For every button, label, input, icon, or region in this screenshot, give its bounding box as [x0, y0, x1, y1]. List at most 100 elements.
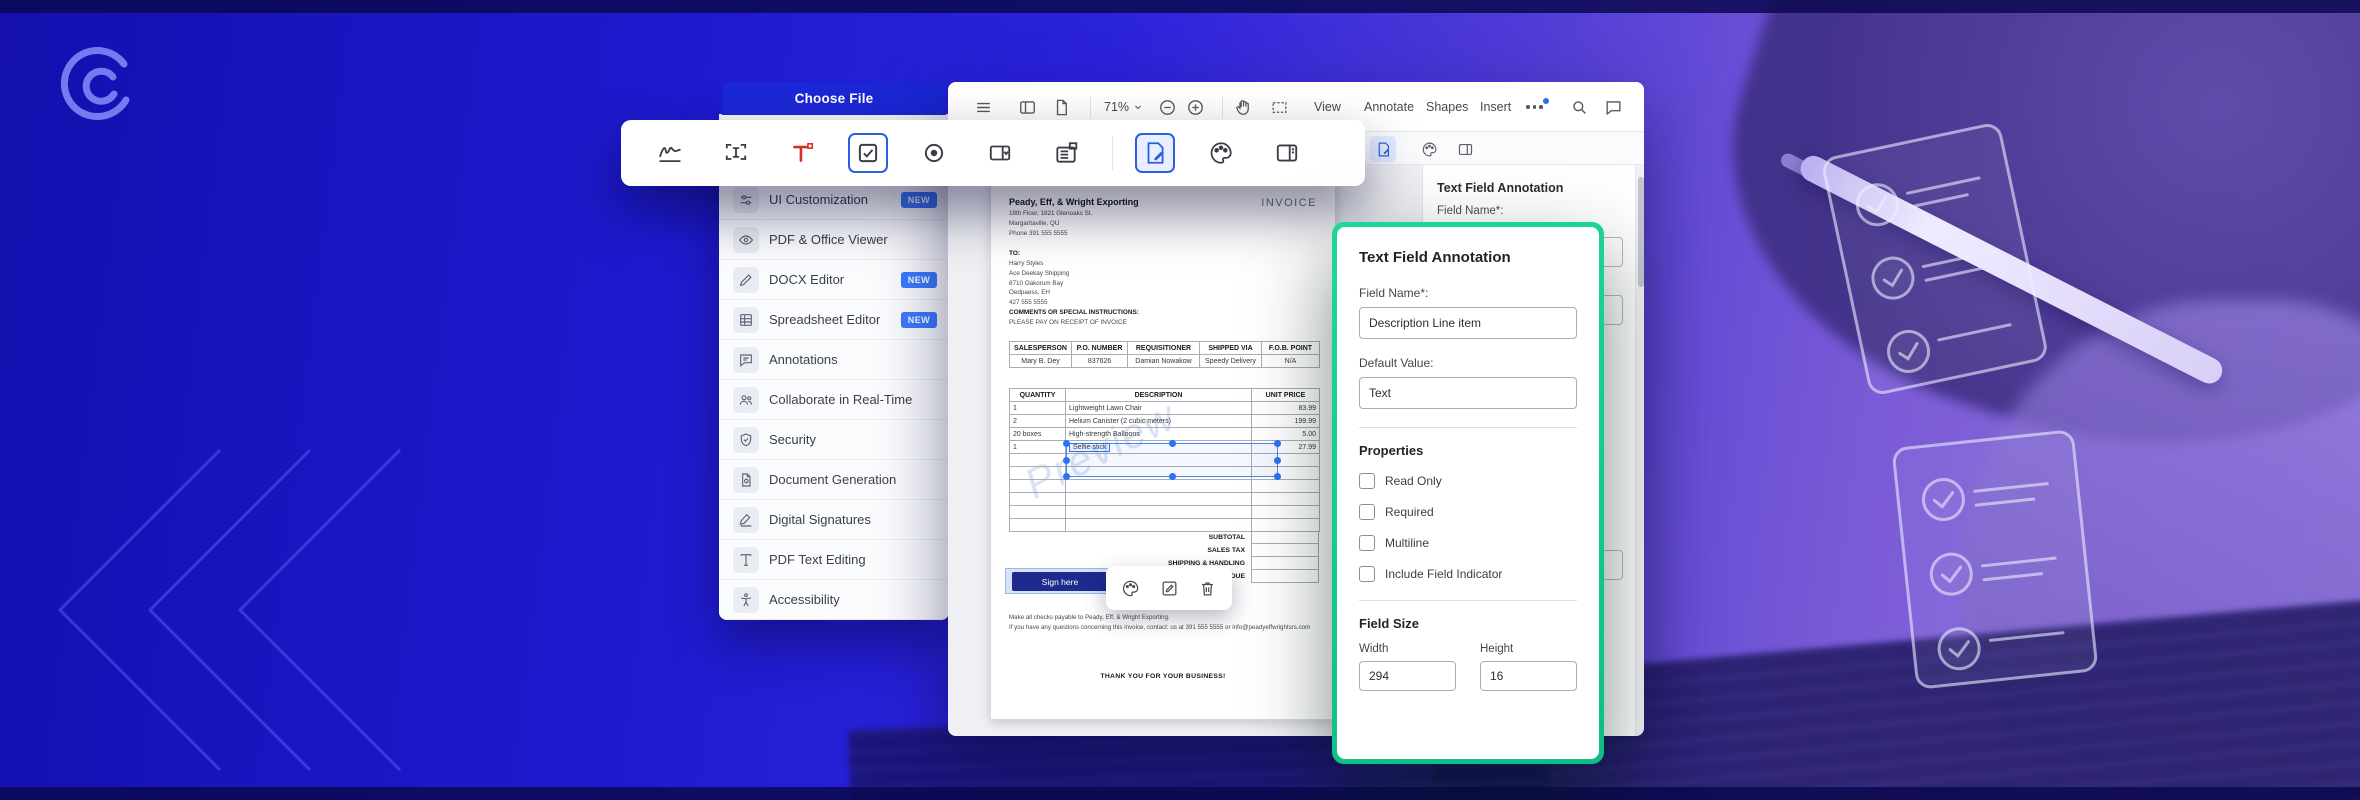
- checkbox[interactable]: [1359, 535, 1375, 551]
- brand-logo-icon: [60, 47, 130, 120]
- ui-customization-icon: [733, 186, 759, 213]
- form-field-edit-icon[interactable]: [1370, 136, 1396, 162]
- free-text-tool-icon[interactable]: [782, 133, 822, 173]
- width-input[interactable]: [1359, 661, 1456, 691]
- toolbar-divider: [1090, 96, 1091, 118]
- style-icon[interactable]: [1117, 574, 1145, 602]
- collaborate-icon: [733, 386, 759, 413]
- toolbar-divider: [1222, 96, 1223, 118]
- right-panel-toggle-icon[interactable]: [1452, 136, 1478, 162]
- table-row: [1009, 518, 1320, 532]
- invoice-thank-you: THANK YOU FOR YOUR BUSINESS!: [1100, 673, 1226, 680]
- checkbox[interactable]: [1359, 504, 1375, 520]
- viewer-scrollbar[interactable]: [1635, 165, 1644, 736]
- sidebar-item-label: DOCX Editor: [769, 272, 845, 287]
- invoice-company-name: Peady, Eff, & Wright Exporting: [1009, 197, 1139, 207]
- checkbox[interactable]: [1359, 473, 1375, 489]
- checkbox-multiline[interactable]: Multiline: [1359, 535, 1577, 551]
- scrollbar-thumb[interactable]: [1637, 177, 1644, 287]
- sign-here-button[interactable]: Sign here: [1012, 572, 1108, 591]
- checkbox-field-tool-icon[interactable]: [848, 133, 888, 173]
- docx-editor-icon: [733, 266, 759, 293]
- form-field-edit-tool-icon[interactable]: [1135, 133, 1175, 173]
- signature-tool-icon[interactable]: [650, 133, 690, 173]
- sidebar-item-annotations[interactable]: Annotations: [719, 340, 949, 380]
- invoice-company-address: 18th Floor, 1821 Glenoaks St. Margaritav…: [1009, 210, 1093, 237]
- checkbox-include-field-indicator[interactable]: Include Field Indicator: [1359, 566, 1577, 582]
- overflow-menu-icon[interactable]: [1526, 82, 1549, 132]
- new-badge: NEW: [900, 191, 937, 208]
- table-row: [1009, 479, 1320, 493]
- viewer-icon: [733, 226, 759, 253]
- width-label: Width: [1359, 643, 1389, 655]
- sidebar-item-pdf-text-editing[interactable]: PDF Text Editing: [719, 540, 949, 580]
- forms-tools-toolbar: [621, 120, 1365, 186]
- edit-icon[interactable]: [1155, 574, 1183, 602]
- height-input[interactable]: [1480, 661, 1577, 691]
- sidebar-item-docx-editor[interactable]: DOCX Editor NEW: [719, 260, 949, 300]
- sidebar-item-label: Collaborate in Real-Time: [769, 392, 913, 407]
- top-letterbox-strip: [0, 0, 2360, 13]
- sidebar-item-pdf-office-viewer[interactable]: PDF & Office Viewer: [719, 220, 949, 260]
- background-chevrons: [57, 448, 402, 772]
- sidebar-item-document-generation[interactable]: Document Generation: [719, 460, 949, 500]
- invoice-info-table: SALESPERSON P.O. NUMBER REQUISITIONER SH…: [1009, 341, 1320, 368]
- sidebar-item-label: Accessibility: [769, 592, 840, 607]
- table-row: [1009, 492, 1320, 506]
- chevron-down-icon: [1135, 105, 1141, 110]
- comments-icon[interactable]: [1604, 82, 1623, 132]
- sidebar-item-label: Document Generation: [769, 472, 897, 487]
- combo-box-tool-icon[interactable]: [980, 133, 1020, 173]
- field-name-input[interactable]: [1359, 307, 1577, 339]
- text-field-tool-icon[interactable]: [716, 133, 756, 173]
- tab-annotate[interactable]: Annotate: [1364, 82, 1414, 132]
- sidebar-item-ui-customization[interactable]: UI Customization NEW: [719, 180, 949, 220]
- feature-sidebar: UI Customization NEW PDF & Office Viewer…: [719, 114, 949, 620]
- list-box-tool-icon[interactable]: [1046, 133, 1086, 173]
- checkbox-required[interactable]: Required: [1359, 504, 1577, 520]
- sidebar-item-collaborate[interactable]: Collaborate in Real-Time: [719, 380, 949, 420]
- default-value-label: Default Value:: [1359, 356, 1434, 370]
- bottom-letterbox-strip: [0, 787, 2360, 800]
- document-generation-icon: [733, 466, 759, 493]
- checkbox[interactable]: [1359, 566, 1375, 582]
- pdf-text-editing-icon: [733, 546, 759, 573]
- delete-icon[interactable]: [1194, 574, 1222, 602]
- sidebar-item-digital-signatures[interactable]: Digital Signatures: [719, 500, 949, 540]
- invoice-recipient-block: TO: Harry Styles Ace Deekay Shipping 871…: [1009, 250, 1070, 307]
- sidebar-item-accessibility[interactable]: Accessibility: [719, 580, 949, 620]
- sidebar-item-label: PDF & Office Viewer: [769, 232, 888, 247]
- search-icon[interactable]: [1570, 82, 1589, 132]
- invoice-page: Preview Peady, Eff, & Wright Exporting 1…: [990, 180, 1336, 720]
- annotation-mini-toolbar: [1106, 566, 1232, 610]
- invoice-comments: COMMENTS OR SPECIAL INSTRUCTIONS: PLEASE…: [1009, 309, 1139, 326]
- default-value-input[interactable]: [1359, 377, 1577, 409]
- properties-title: Properties: [1359, 443, 1424, 458]
- new-badge: NEW: [900, 311, 937, 328]
- radio-field-tool-icon[interactable]: [914, 133, 954, 173]
- sidebar-item-security[interactable]: Security: [719, 420, 949, 460]
- tab-shapes[interactable]: Shapes: [1426, 82, 1468, 132]
- invoice-footer: Make all checks payable to Peady, Eff, &…: [1009, 614, 1311, 631]
- spreadsheet-editor-icon: [733, 306, 759, 333]
- field-size-title: Field Size: [1359, 616, 1419, 631]
- table-row: 20 boxes High-strength Balloons 5.00: [1009, 427, 1320, 441]
- sidebar-item-label: Annotations: [769, 352, 838, 367]
- sidebar-item-label: UI Customization: [769, 192, 868, 207]
- table-row: 2 Helium Canister (2 cubic meters) 199.99: [1009, 414, 1320, 428]
- tab-insert[interactable]: Insert: [1480, 82, 1511, 132]
- style-palette-icon[interactable]: [1416, 136, 1442, 162]
- annotations-icon: [733, 346, 759, 373]
- field-name-label: Field Name*:: [1359, 286, 1429, 300]
- checkbox-read-only[interactable]: Read Only: [1359, 473, 1577, 489]
- panel-toggle-tool-icon[interactable]: [1267, 133, 1307, 173]
- digital-signatures-icon: [733, 506, 759, 533]
- security-shield-icon: [733, 426, 759, 453]
- sidebar-item-spreadsheet-editor[interactable]: Spreadsheet Editor NEW: [719, 300, 949, 340]
- style-palette-tool-icon[interactable]: [1201, 133, 1241, 173]
- table-row: [1009, 505, 1320, 519]
- hero-banner: Choose File UI Customization NEW PDF & O…: [0, 0, 2360, 800]
- choose-file-button[interactable]: Choose File: [722, 82, 946, 115]
- sidebar-item-label: Spreadsheet Editor: [769, 312, 881, 327]
- field-selection-box[interactable]: [1063, 440, 1281, 480]
